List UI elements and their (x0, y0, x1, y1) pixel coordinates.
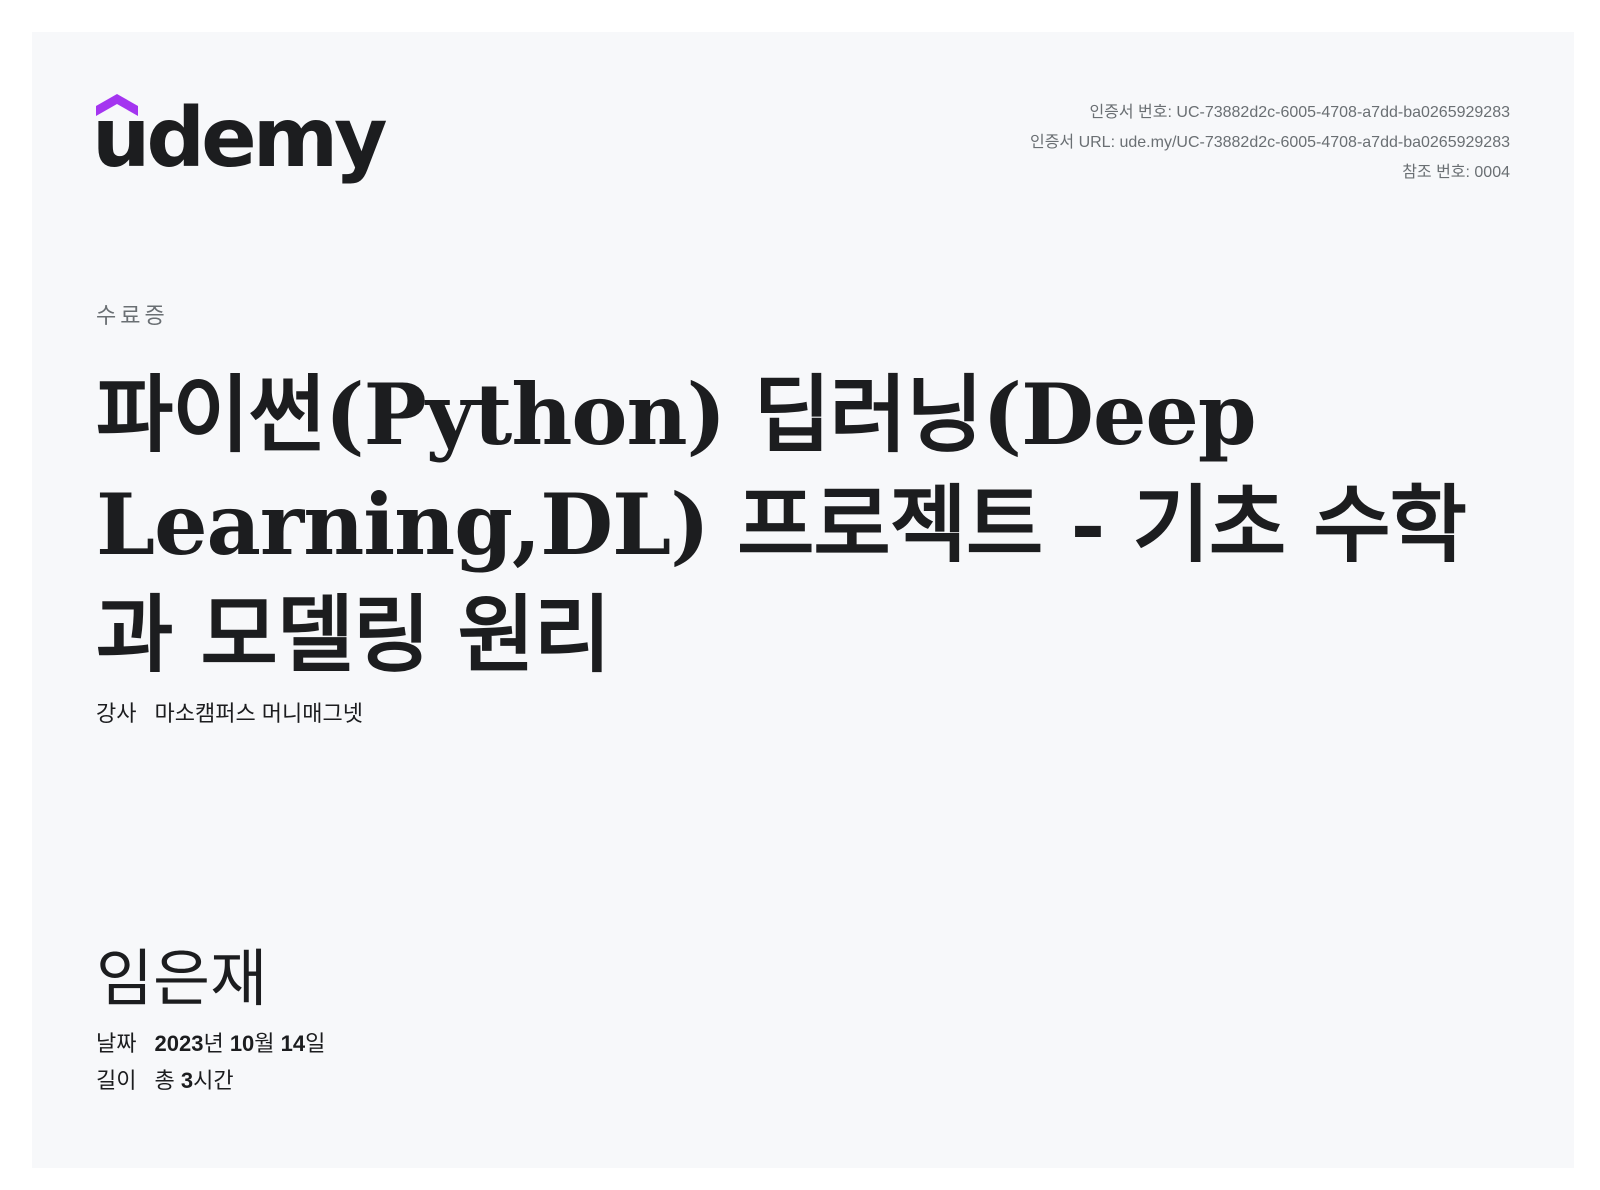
certificate-number: 인증서 번호: UC-73882d2c-6005-4708-a7dd-ba026… (1089, 104, 1510, 121)
instructor-row: 강사 마소캠퍼스 머니매그넷 (96, 696, 363, 728)
certificate: udemy 인증서 번호: UC-73882d2c-6005-4708-a7dd… (32, 32, 1574, 1168)
length-row: 길이 총 3시간 (96, 1063, 234, 1095)
date-year-unit: 년 (203, 1031, 224, 1056)
length-unit: 시간 (193, 1068, 234, 1093)
recipient-name: 임은재 (96, 945, 268, 1014)
date-day: 14 (280, 1031, 306, 1056)
length-prefix: 총 (154, 1068, 175, 1093)
instructor-label: 강사 (96, 701, 137, 726)
length-hours: 3 (180, 1068, 194, 1093)
date-day-unit: 일 (305, 1031, 326, 1056)
date-month-unit: 월 (254, 1031, 275, 1056)
certificate-meta: 인증서 번호: UC-73882d2c-6005-4708-a7dd-ba026… (1030, 98, 1510, 188)
date-year: 2023 (154, 1031, 204, 1056)
logo-text: udemy (92, 91, 388, 186)
certificate-label: 수료증 (96, 303, 169, 328)
reference-number: 참조 번호: 0004 (1402, 164, 1510, 181)
date-month: 10 (229, 1031, 255, 1056)
udemy-logo: udemy (92, 94, 388, 194)
course-title: 파이썬(Python) 딥러닝(Deep Learning,DL) 프로젝트 -… (96, 365, 1467, 684)
length-label: 길이 (96, 1068, 137, 1093)
certificate-url[interactable]: 인증서 URL: ude.my/UC-73882d2c-6005-4708-a7… (1030, 128, 1510, 158)
date-label: 날짜 (96, 1031, 137, 1056)
instructor-name: 마소캠퍼스 머니매그넷 (154, 701, 363, 726)
date-row: 날짜 2023년 10월 14일 (96, 1026, 325, 1058)
